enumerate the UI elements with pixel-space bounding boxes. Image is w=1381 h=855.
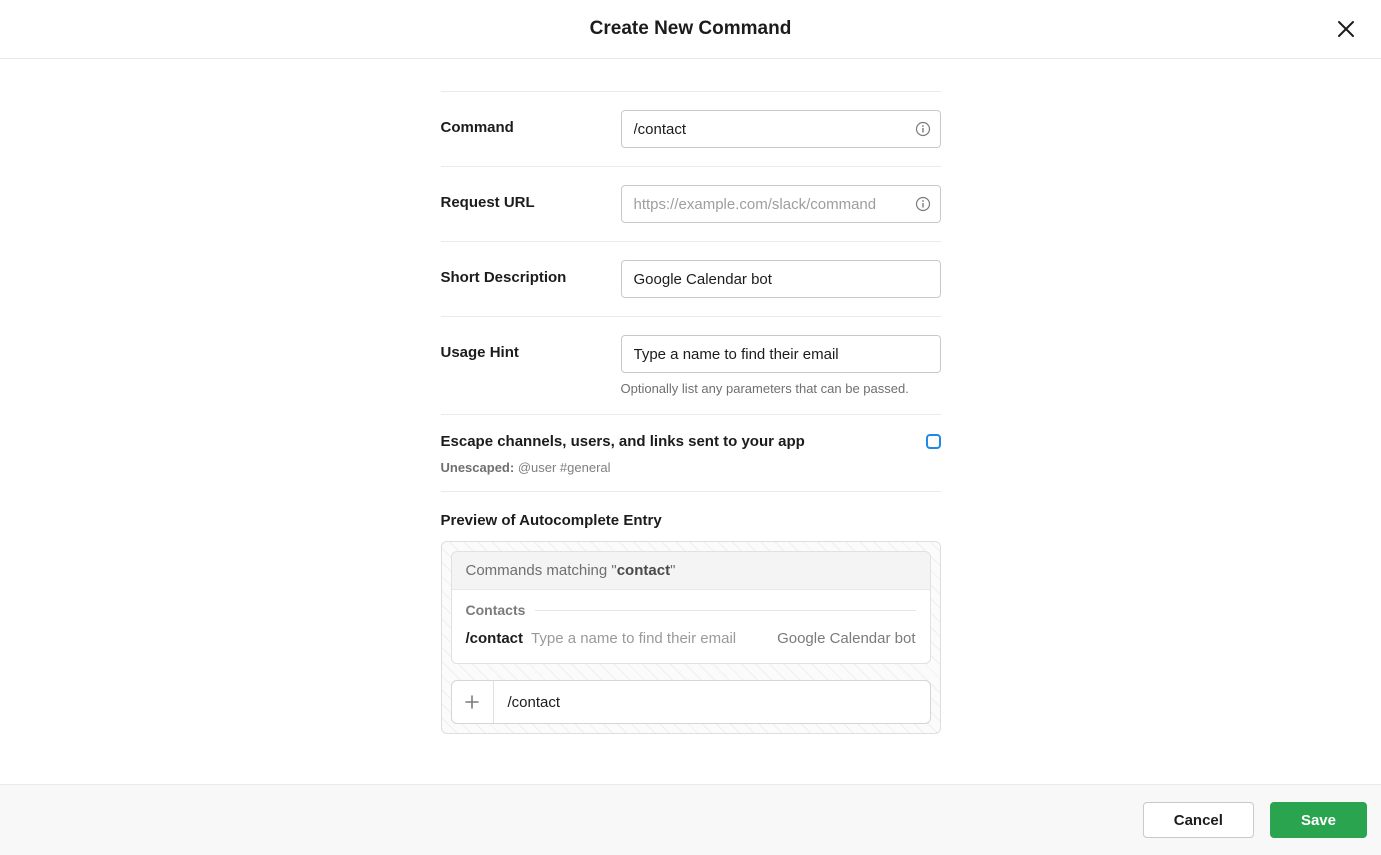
preview-box: Commands matching "contact" Contacts /co…	[441, 541, 941, 734]
compose-row: /contact	[451, 680, 931, 724]
info-icon[interactable]	[915, 121, 931, 137]
autocomplete-card: Commands matching "contact" Contacts /co…	[451, 551, 931, 664]
request-url-label: Request URL	[441, 185, 621, 211]
save-button[interactable]: Save	[1270, 802, 1367, 838]
row-short-description: Short Description	[441, 241, 941, 316]
row-usage-hint: Usage Hint Optionally list any parameter…	[441, 316, 941, 414]
escape-label: Escape channels, users, and links sent t…	[441, 433, 805, 450]
entry-hint: Type a name to find their email	[531, 630, 769, 647]
modal-header: Create New Command	[0, 0, 1381, 59]
group-label: Contacts	[466, 602, 526, 618]
autocomplete-entry: /contact Type a name to find their email…	[466, 630, 916, 647]
matching-prefix: Commands matching "	[466, 562, 617, 579]
command-label: Command	[441, 110, 621, 136]
request-url-input[interactable]	[621, 185, 941, 223]
command-input[interactable]	[621, 110, 941, 148]
cancel-button[interactable]: Cancel	[1143, 802, 1254, 838]
autocomplete-body: Contacts /contact Type a name to find th…	[452, 590, 930, 663]
escape-checkbox[interactable]	[926, 434, 941, 449]
escape-sub-label: Unescaped:	[441, 460, 515, 475]
matching-term: contact	[617, 562, 670, 579]
row-command: Command	[441, 91, 941, 166]
escape-subtext: Unescaped: @user #general	[441, 460, 941, 475]
row-escape: Escape channels, users, and links sent t…	[441, 414, 941, 492]
entry-command: /contact	[466, 630, 524, 647]
plus-icon	[464, 694, 480, 710]
plus-button[interactable]	[452, 681, 494, 723]
group-divider	[535, 610, 915, 611]
short-description-input[interactable]	[621, 260, 941, 298]
close-button[interactable]	[1333, 16, 1359, 42]
usage-hint-input[interactable]	[621, 335, 941, 373]
info-icon[interactable]	[915, 196, 931, 212]
preview-title: Preview of Autocomplete Entry	[441, 512, 941, 529]
compose-text: /contact	[494, 681, 930, 723]
usage-hint-help: Optionally list any parameters that can …	[621, 381, 941, 396]
modal-footer: Cancel Save	[0, 784, 1381, 855]
preview-section: Preview of Autocomplete Entry Commands m…	[441, 512, 941, 734]
usage-hint-label: Usage Hint	[441, 335, 621, 361]
matching-suffix: "	[670, 562, 675, 579]
short-description-label: Short Description	[441, 260, 621, 286]
entry-description: Google Calendar bot	[777, 630, 915, 647]
row-request-url: Request URL	[441, 166, 941, 241]
autocomplete-group: Contacts	[466, 602, 916, 618]
form-content: Command Request URL Short Description	[441, 59, 941, 734]
modal-title: Create New Command	[590, 18, 792, 40]
autocomplete-header: Commands matching "contact"	[452, 552, 930, 590]
escape-sub-value: @user #general	[518, 460, 611, 475]
close-icon	[1337, 20, 1355, 38]
